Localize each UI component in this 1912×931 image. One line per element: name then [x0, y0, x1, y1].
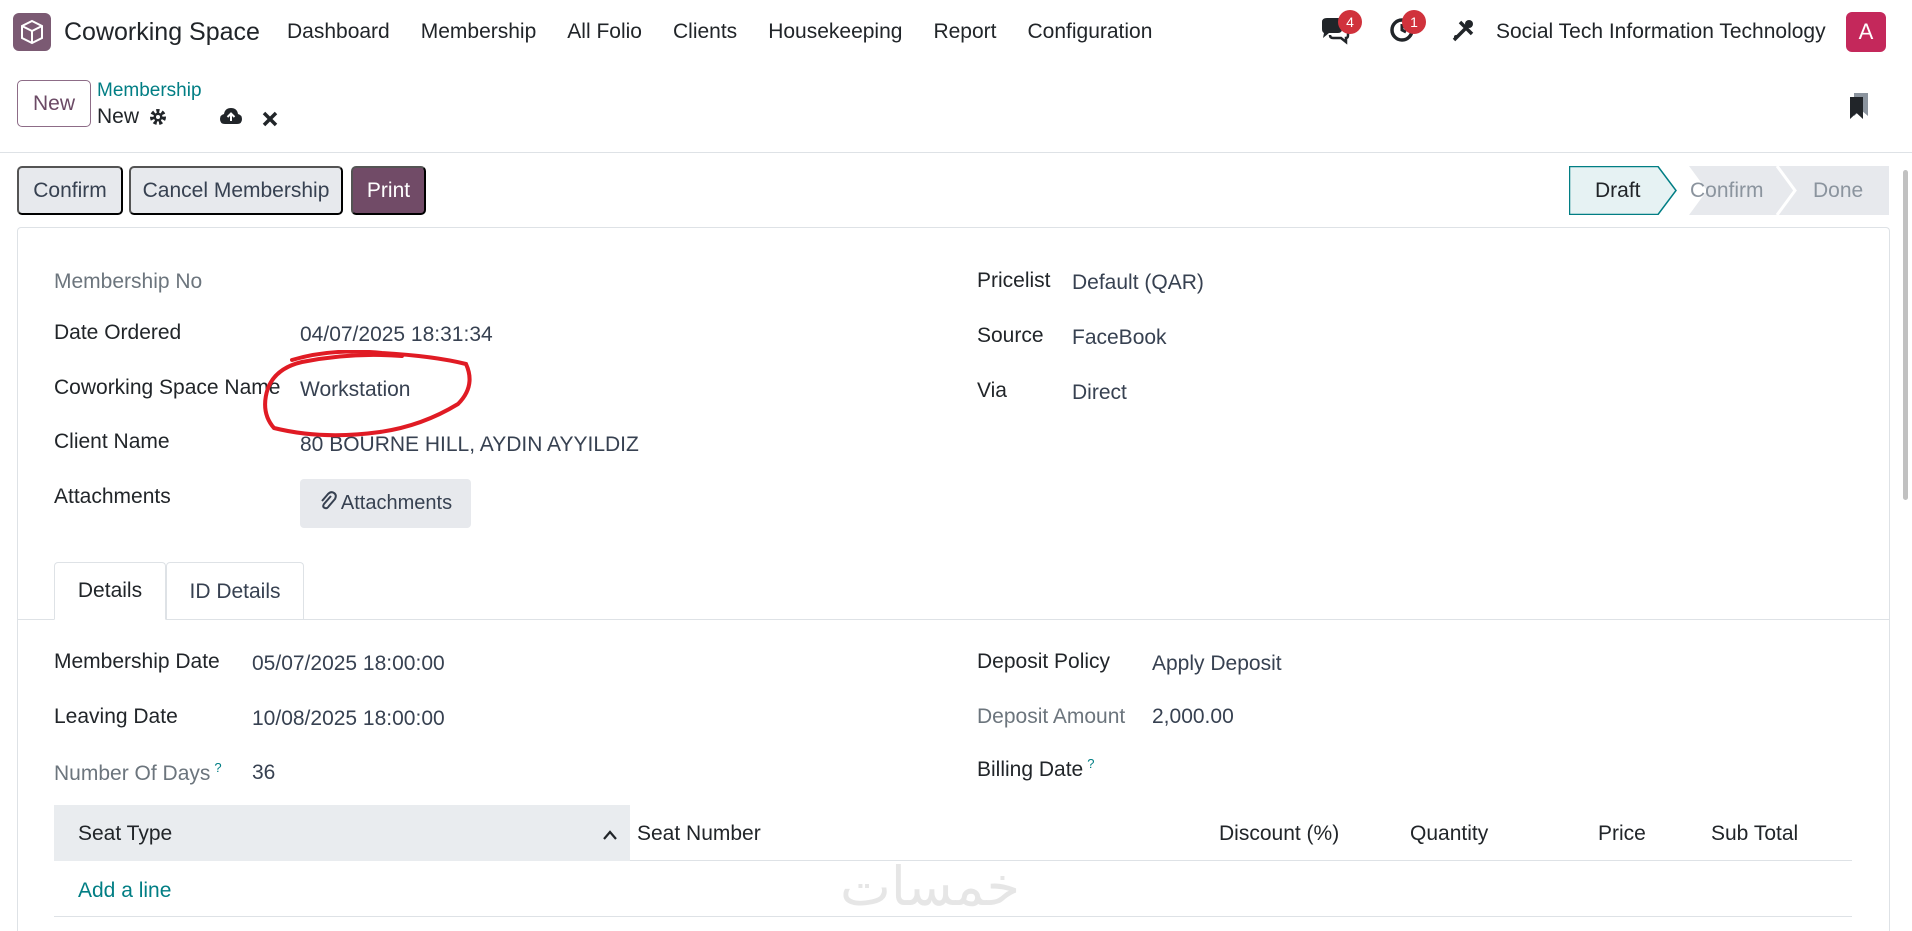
- menu-item-clients[interactable]: Clients: [673, 20, 737, 44]
- leaving-date-label: Leaving Date: [54, 705, 178, 728]
- tab-id-details[interactable]: ID Details: [166, 562, 304, 620]
- deposit-policy-field[interactable]: Apply Deposit: [1152, 652, 1282, 676]
- stage-draft[interactable]: Draft: [1595, 179, 1641, 203]
- cloud-upload-icon[interactable]: [219, 107, 243, 131]
- number-of-days-label: Number Of Days?: [54, 760, 222, 785]
- menu-item-membership[interactable]: Membership: [421, 20, 537, 44]
- paperclip-icon: [319, 490, 337, 517]
- messages-icon[interactable]: 4: [1318, 10, 1362, 52]
- tab-details[interactable]: Details: [54, 562, 166, 620]
- column-seat-number[interactable]: Seat Number: [637, 822, 761, 846]
- membership-date-label: Membership Date: [54, 650, 220, 673]
- company-switcher[interactable]: Social Tech Information Technology: [1496, 20, 1826, 44]
- source-label: Source: [977, 324, 1044, 347]
- control-panel-divider: [0, 152, 1912, 153]
- cancel-membership-button[interactable]: Cancel Membership: [129, 166, 343, 215]
- client-name-label: Client Name: [54, 430, 170, 453]
- menu-item-housekeeping[interactable]: Housekeeping: [768, 20, 902, 44]
- menu-item-configuration[interactable]: Configuration: [1027, 20, 1152, 44]
- app-logo-icon[interactable]: [13, 13, 51, 51]
- deposit-amount-field[interactable]: 2,000.00: [1152, 705, 1234, 729]
- stage-done[interactable]: Done: [1813, 179, 1863, 203]
- activity-icon[interactable]: 1: [1388, 10, 1426, 50]
- attachments-button-label: Attachments: [340, 492, 453, 514]
- attachments-label: Attachments: [54, 485, 171, 508]
- sort-ascending-icon[interactable]: [602, 823, 618, 847]
- billing-date-help-icon[interactable]: ?: [1087, 756, 1094, 771]
- user-avatar[interactable]: A: [1846, 12, 1886, 52]
- column-sub-total[interactable]: Sub Total: [1711, 822, 1798, 846]
- confirm-button[interactable]: Confirm: [17, 166, 123, 215]
- attachments-button[interactable]: Attachments: [300, 479, 471, 528]
- via-label: Via: [977, 379, 1007, 402]
- new-record-button[interactable]: New: [17, 80, 91, 127]
- seat-lines-table-header: Seat Type Seat Number Discount (%) Quant…: [54, 805, 1852, 861]
- gear-icon[interactable]: [148, 107, 168, 133]
- activity-badge: 1: [1402, 10, 1426, 34]
- column-quantity[interactable]: Quantity: [1410, 822, 1488, 846]
- app-name[interactable]: Coworking Space: [64, 18, 260, 47]
- close-icon[interactable]: [262, 109, 278, 133]
- column-price[interactable]: Price: [1598, 822, 1646, 846]
- menu-item-dashboard[interactable]: Dashboard: [287, 20, 390, 44]
- bookmark-icon[interactable]: [1848, 92, 1870, 126]
- print-button[interactable]: Print: [351, 166, 426, 215]
- date-ordered-field[interactable]: 04/07/2025 18:31:34: [300, 323, 493, 347]
- membership-date-field[interactable]: 05/07/2025 18:00:00: [252, 652, 445, 676]
- deposit-amount-label: Deposit Amount: [977, 705, 1126, 728]
- membership-no-label: Membership No: [54, 270, 203, 293]
- billing-date-label: Billing Date?: [977, 756, 1095, 781]
- add-line-link[interactable]: Add a line: [78, 879, 171, 903]
- via-field[interactable]: Direct: [1072, 381, 1127, 405]
- watermark-logo: خمسات: [840, 855, 1021, 918]
- red-circle-annotation: [263, 350, 472, 438]
- page-scrollbar[interactable]: [1903, 170, 1908, 500]
- number-of-days-field: 36: [252, 761, 276, 784]
- date-ordered-label: Date Ordered: [54, 321, 182, 344]
- leaving-date-field[interactable]: 10/08/2025 18:00:00: [252, 707, 445, 731]
- pricelist-field[interactable]: Default (QAR): [1072, 271, 1204, 295]
- column-discount[interactable]: Discount (%): [1219, 822, 1339, 846]
- breadcrumb-current: New: [97, 105, 140, 128]
- menu-item-report[interactable]: Report: [933, 20, 996, 44]
- pricelist-label: Pricelist: [977, 269, 1051, 292]
- messages-badge: 4: [1338, 10, 1362, 34]
- debug-tools-icon[interactable]: [1450, 18, 1476, 50]
- menu-item-all-folio[interactable]: All Folio: [567, 20, 642, 44]
- top-navbar: Coworking Space Dashboard Membership All…: [0, 0, 1912, 64]
- main-menu: Dashboard Membership All Folio Clients H…: [287, 20, 1183, 44]
- stage-confirm[interactable]: Confirm: [1690, 179, 1764, 203]
- deposit-policy-label: Deposit Policy: [977, 650, 1111, 673]
- space-name-label: Coworking Space Name: [54, 376, 281, 399]
- source-field[interactable]: FaceBook: [1072, 326, 1167, 350]
- days-help-icon[interactable]: ?: [214, 760, 221, 775]
- breadcrumb-parent[interactable]: Membership: [97, 80, 202, 102]
- column-seat-type[interactable]: Seat Type: [78, 822, 172, 846]
